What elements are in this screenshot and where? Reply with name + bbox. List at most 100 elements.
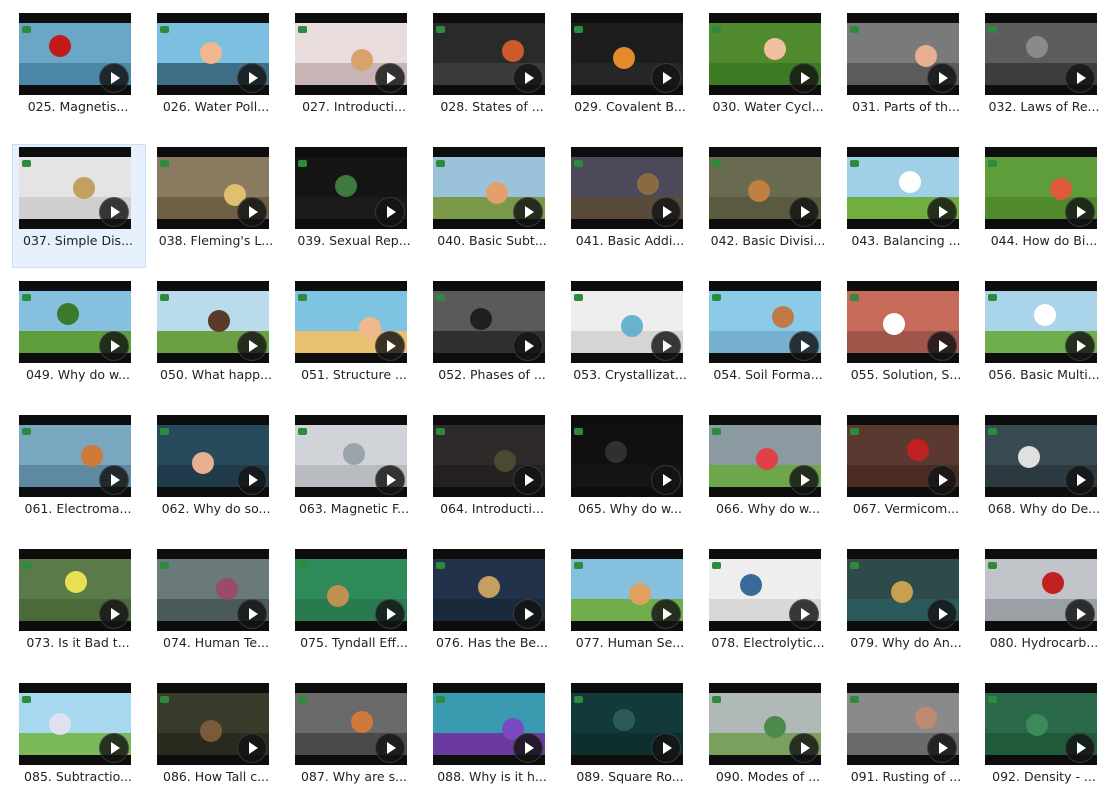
video-file-item[interactable]: 092. Density - ... (978, 680, 1112, 804)
video-file-item[interactable]: 026. Water Poll... (150, 10, 284, 134)
video-thumbnail[interactable] (847, 281, 959, 363)
video-file-item[interactable]: 065. Why do w... (564, 412, 698, 536)
video-thumbnail[interactable] (571, 13, 683, 95)
video-file-item[interactable]: 050. What happ... (150, 278, 284, 402)
play-icon[interactable] (1065, 599, 1095, 629)
play-icon[interactable] (237, 63, 267, 93)
video-thumbnail[interactable] (709, 281, 821, 363)
video-thumbnail[interactable] (433, 147, 545, 229)
video-file-item[interactable]: 052. Phases of ... (426, 278, 560, 402)
video-thumbnail[interactable] (571, 281, 683, 363)
video-file-item[interactable]: 088. Why is it h... (426, 680, 560, 804)
video-thumbnail[interactable] (847, 147, 959, 229)
video-thumbnail[interactable] (295, 683, 407, 765)
play-icon[interactable] (99, 465, 129, 495)
play-icon[interactable] (99, 733, 129, 763)
video-file-item[interactable]: 073. Is it Bad t... (12, 546, 146, 670)
play-icon[interactable] (789, 599, 819, 629)
video-file-item[interactable]: 040. Basic Subt... (426, 144, 560, 268)
video-thumbnail[interactable] (985, 549, 1097, 631)
play-icon[interactable] (1065, 331, 1095, 361)
video-file-item[interactable]: 042. Basic Divisi... (702, 144, 836, 268)
video-file-item[interactable]: 056. Basic Multi... (978, 278, 1112, 402)
play-icon[interactable] (99, 599, 129, 629)
video-file-item[interactable]: 074. Human Te... (150, 546, 284, 670)
video-file-item[interactable]: 028. States of ... (426, 10, 560, 134)
play-icon[interactable] (1065, 63, 1095, 93)
video-file-item[interactable]: 087. Why are s... (288, 680, 422, 804)
video-thumbnail[interactable] (295, 147, 407, 229)
video-thumbnail[interactable] (19, 13, 131, 95)
play-icon[interactable] (513, 197, 543, 227)
video-thumbnail[interactable] (295, 13, 407, 95)
play-icon[interactable] (927, 599, 957, 629)
video-file-item[interactable]: 079. Why do An... (840, 546, 974, 670)
video-file-item[interactable]: 037. Simple Dis... (12, 144, 146, 268)
video-thumbnail[interactable] (709, 13, 821, 95)
video-thumbnail[interactable] (985, 13, 1097, 95)
play-icon[interactable] (1065, 465, 1095, 495)
play-icon[interactable] (789, 197, 819, 227)
video-thumbnail[interactable] (571, 683, 683, 765)
video-file-item[interactable]: 027. Introducti... (288, 10, 422, 134)
video-file-item[interactable]: 049. Why do w... (12, 278, 146, 402)
video-thumbnail[interactable] (157, 549, 269, 631)
play-icon[interactable] (789, 331, 819, 361)
video-file-item[interactable]: 044. How do Bi... (978, 144, 1112, 268)
video-thumbnail[interactable] (847, 549, 959, 631)
play-icon[interactable] (789, 63, 819, 93)
video-thumbnail[interactable] (709, 415, 821, 497)
video-file-item[interactable]: 051. Structure ... (288, 278, 422, 402)
play-icon[interactable] (927, 63, 957, 93)
video-file-item[interactable]: 039. Sexual Rep... (288, 144, 422, 268)
video-thumbnail[interactable] (157, 415, 269, 497)
video-thumbnail[interactable] (433, 683, 545, 765)
play-icon[interactable] (375, 465, 405, 495)
video-file-item[interactable]: 041. Basic Addi... (564, 144, 698, 268)
video-file-item[interactable]: 085. Subtractio... (12, 680, 146, 804)
play-icon[interactable] (651, 733, 681, 763)
video-file-item[interactable]: 066. Why do w... (702, 412, 836, 536)
video-file-item[interactable]: 089. Square Ro... (564, 680, 698, 804)
video-thumbnail[interactable] (709, 147, 821, 229)
video-thumbnail[interactable] (985, 683, 1097, 765)
play-icon[interactable] (927, 331, 957, 361)
video-file-item[interactable]: 062. Why do so... (150, 412, 284, 536)
video-file-item[interactable]: 068. Why do De... (978, 412, 1112, 536)
video-file-item[interactable]: 032. Laws of Re... (978, 10, 1112, 134)
video-file-item[interactable]: 029. Covalent B... (564, 10, 698, 134)
play-icon[interactable] (651, 197, 681, 227)
video-file-item[interactable]: 067. Vermicom... (840, 412, 974, 536)
video-file-item[interactable]: 043. Balancing ... (840, 144, 974, 268)
play-icon[interactable] (375, 599, 405, 629)
play-icon[interactable] (513, 599, 543, 629)
play-icon[interactable] (789, 465, 819, 495)
video-thumbnail[interactable] (295, 549, 407, 631)
video-thumbnail[interactable] (571, 415, 683, 497)
play-icon[interactable] (99, 197, 129, 227)
video-thumbnail[interactable] (19, 683, 131, 765)
play-icon[interactable] (513, 733, 543, 763)
play-icon[interactable] (99, 63, 129, 93)
video-file-item[interactable]: 090. Modes of ... (702, 680, 836, 804)
play-icon[interactable] (375, 197, 405, 227)
video-file-item[interactable]: 031. Parts of th... (840, 10, 974, 134)
video-thumbnail[interactable] (433, 13, 545, 95)
play-icon[interactable] (375, 331, 405, 361)
video-thumbnail[interactable] (157, 147, 269, 229)
video-thumbnail[interactable] (19, 415, 131, 497)
video-thumbnail[interactable] (709, 683, 821, 765)
video-thumbnail[interactable] (433, 281, 545, 363)
video-file-item[interactable]: 091. Rusting of ... (840, 680, 974, 804)
video-file-item[interactable]: 053. Crystallizat... (564, 278, 698, 402)
video-thumbnail[interactable] (985, 147, 1097, 229)
video-thumbnail[interactable] (571, 549, 683, 631)
play-icon[interactable] (651, 331, 681, 361)
video-thumbnail[interactable] (985, 415, 1097, 497)
video-file-item[interactable]: 030. Water Cycl... (702, 10, 836, 134)
video-thumbnail[interactable] (19, 281, 131, 363)
video-thumbnail[interactable] (157, 683, 269, 765)
play-icon[interactable] (375, 733, 405, 763)
video-file-item[interactable]: 054. Soil Forma... (702, 278, 836, 402)
play-icon[interactable] (651, 465, 681, 495)
